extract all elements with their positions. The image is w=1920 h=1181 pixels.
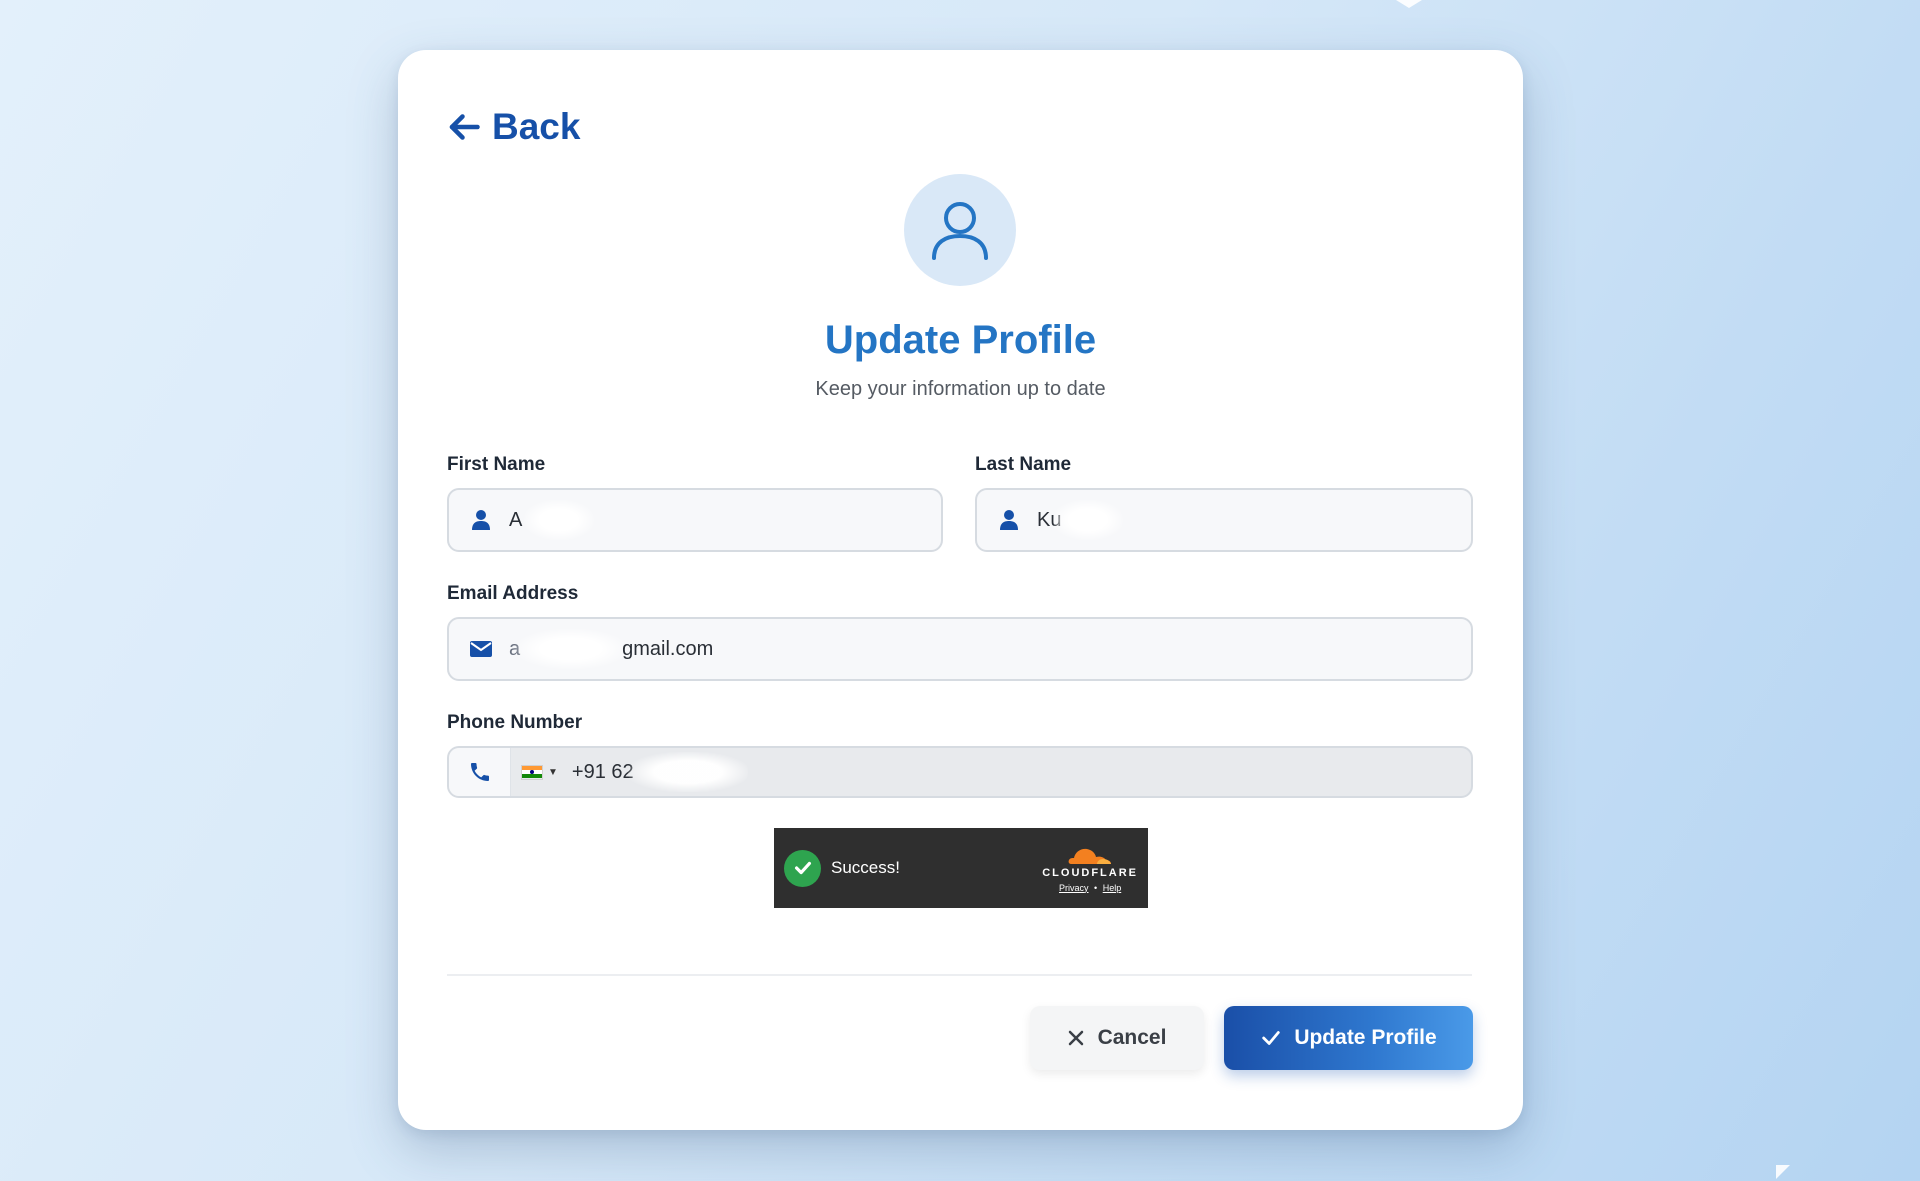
page-subtitle: Keep your information up to date [815, 378, 1106, 400]
help-link[interactable]: Help [1103, 883, 1122, 893]
user-icon [932, 202, 988, 260]
captcha-widget: Success! CLOUDFLARE Privacy • Help [774, 828, 1148, 908]
captcha-status: Success! [831, 858, 900, 877]
phone-value: +91 62 [571, 760, 634, 783]
caret-down-icon: ▼ [548, 766, 558, 778]
redaction-blur [524, 500, 595, 540]
divider [447, 974, 1472, 976]
first-name-value: A [509, 508, 523, 531]
cloud-icon [1068, 848, 1112, 864]
first-name-field[interactable]: A [447, 488, 943, 552]
email-value-suffix: gmail.com [622, 637, 714, 660]
phone-label: Phone Number [447, 712, 583, 733]
captcha-brand: CLOUDFLARE [1042, 866, 1138, 879]
arrow-left-icon [449, 114, 480, 140]
country-select[interactable]: ▼ [521, 764, 558, 780]
redaction-blur [516, 629, 627, 669]
link-separator: • [1094, 882, 1098, 893]
phone-field[interactable]: ▼ +91 62 [447, 746, 1473, 798]
person-icon [472, 510, 490, 530]
page-title: Update Profile [824, 318, 1097, 362]
update-profile-label: Update Profile [1294, 1026, 1437, 1049]
phone-icon [470, 763, 489, 781]
background-decoration [1396, 0, 1422, 8]
privacy-link[interactable]: Privacy [1059, 883, 1089, 893]
update-profile-button[interactable]: Update Profile [1224, 1006, 1473, 1070]
last-name-field[interactable]: Ku [975, 488, 1473, 552]
cancel-label: Cancel [1097, 1026, 1167, 1049]
avatar [904, 174, 1016, 286]
back-label: Back [492, 106, 581, 147]
email-label: Email Address [447, 583, 579, 604]
redaction-blur [1053, 500, 1124, 540]
redaction-blur [627, 752, 748, 792]
close-icon [1068, 1030, 1083, 1046]
last-name-label: Last Name [975, 454, 1072, 475]
email-field[interactable]: a gmail.com [447, 617, 1473, 681]
profile-card: Back Update Profile Keep your informatio… [398, 50, 1523, 1130]
first-name-label: First Name [447, 454, 546, 475]
phone-icon-box [449, 748, 511, 796]
background-decoration [1776, 1165, 1790, 1179]
cancel-button[interactable]: Cancel [1030, 1006, 1204, 1070]
check-icon [1262, 1031, 1281, 1045]
envelope-icon [470, 641, 492, 657]
cloudflare-logo: CLOUDFLARE [1042, 844, 1138, 879]
checkmark-icon [784, 849, 821, 887]
person-icon [1000, 510, 1018, 530]
india-flag-icon [521, 764, 543, 780]
back-button[interactable]: Back [446, 106, 580, 148]
